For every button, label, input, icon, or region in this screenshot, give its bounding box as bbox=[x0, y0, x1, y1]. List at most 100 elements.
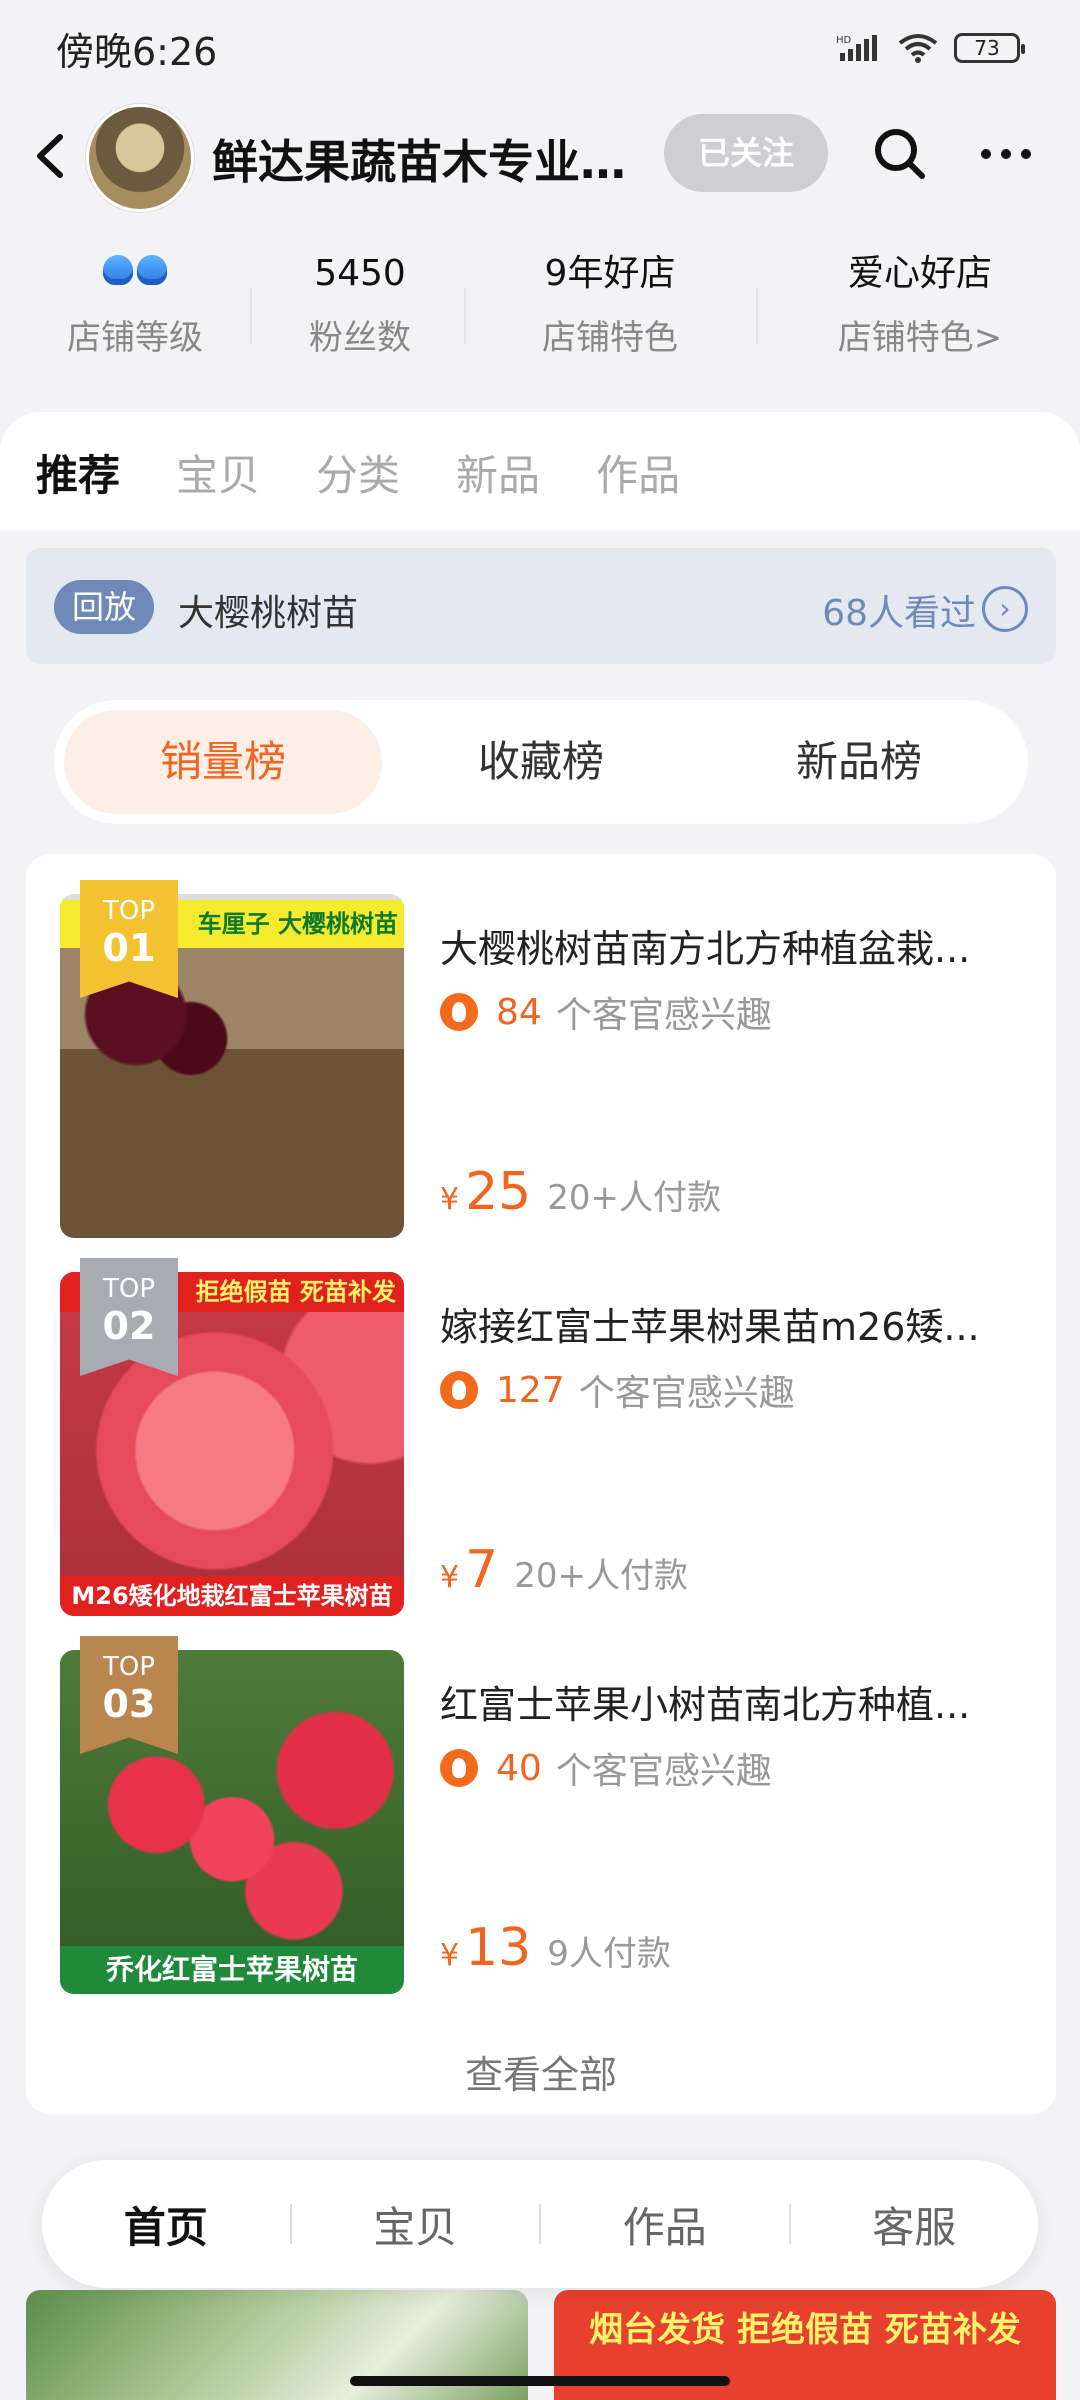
product-item[interactable]: 车厘子 大樱桃树苗 TOP 01 大樱桃树苗南方北方种植盆栽... 84 个客官… bbox=[60, 880, 1020, 1240]
paid-count: 20+人付款 bbox=[514, 1556, 688, 1596]
ranking-list: 车厘子 大樱桃树苗 TOP 01 大樱桃树苗南方北方种植盆栽... 84 个客官… bbox=[26, 854, 1056, 2114]
nav-home[interactable]: 首页 bbox=[42, 2194, 290, 2255]
rank-number: 03 bbox=[102, 1682, 156, 1726]
rank-label: TOP bbox=[102, 1274, 156, 1304]
stat-label: 店铺特色 bbox=[542, 318, 678, 358]
replay-title: 大樱桃树苗 bbox=[178, 593, 359, 634]
price-info: ¥ 7 20+人付款 bbox=[440, 1540, 688, 1600]
more-icon bbox=[981, 149, 1031, 159]
battery-indicator: 73 bbox=[954, 33, 1025, 63]
rank-badge: TOP 01 bbox=[80, 880, 178, 998]
system-icons: HD 73 bbox=[836, 33, 1025, 63]
product-banner-bottom: 乔化红富士苹果树苗 bbox=[60, 1946, 404, 1994]
replay-views: 68人看过 bbox=[822, 593, 976, 634]
divider bbox=[756, 288, 758, 344]
interest-text: 个客官感兴趣 bbox=[578, 1373, 795, 1414]
follow-button[interactable]: 已关注 bbox=[664, 114, 828, 192]
stat-value: 9年好店 bbox=[544, 253, 676, 294]
paid-count: 9人付款 bbox=[547, 1934, 671, 1974]
rank-number: 01 bbox=[102, 926, 156, 970]
rank-badge: TOP 02 bbox=[80, 1258, 178, 1376]
shop-tabs-panel: 推荐 宝贝 分类 新品 作品 bbox=[0, 412, 1080, 530]
crown-icon bbox=[137, 255, 167, 285]
paid-count: 20+人付款 bbox=[547, 1178, 722, 1218]
price-amount: 25 bbox=[465, 1162, 532, 1222]
price-info: ¥ 25 20+人付款 bbox=[440, 1162, 721, 1222]
rank-label: TOP bbox=[102, 1652, 156, 1682]
tab-categories[interactable]: 分类 bbox=[316, 442, 400, 503]
see-all-link[interactable]: 查看全部 bbox=[26, 2044, 1056, 2099]
product-name[interactable]: 嫁接红富士苹果树果苗m26矮... bbox=[440, 1296, 1000, 1351]
product-name[interactable]: 红富士苹果小树苗南北方种植... bbox=[440, 1674, 1000, 1729]
crown-icon bbox=[103, 255, 133, 285]
ranking-tab-new[interactable]: 新品榜 bbox=[700, 710, 1018, 814]
search-icon bbox=[875, 129, 925, 179]
tab-recommend[interactable]: 推荐 bbox=[36, 442, 120, 503]
fire-icon bbox=[440, 1371, 478, 1409]
currency-symbol: ¥ bbox=[440, 1182, 460, 1217]
home-indicator[interactable] bbox=[350, 2376, 730, 2386]
stat-fans[interactable]: 5450 粉丝数 bbox=[290, 248, 430, 359]
rank-number: 02 bbox=[102, 1304, 156, 1348]
interest-text: 个客官感兴趣 bbox=[555, 1751, 772, 1792]
nav-items[interactable]: 宝贝 bbox=[292, 2194, 540, 2255]
replay-badge: 回放 bbox=[54, 580, 154, 634]
interest-info: 84 个客官感兴趣 bbox=[440, 986, 772, 1038]
product-name[interactable]: 大樱桃树苗南方北方种植盆栽... bbox=[440, 918, 1000, 973]
interest-info: 127 个客官感兴趣 bbox=[440, 1364, 795, 1416]
shop-name[interactable]: 鲜达果蔬苗木专业... bbox=[212, 126, 632, 192]
stat-label: 店铺特色> bbox=[837, 318, 1003, 358]
back-button[interactable] bbox=[20, 124, 80, 188]
stat-feature-love[interactable]: 爱心好店 店铺特色> bbox=[820, 248, 1020, 359]
nav-customer-service[interactable]: 客服 bbox=[791, 2194, 1039, 2255]
fire-icon bbox=[440, 1749, 478, 1787]
signal-icon: HD bbox=[836, 35, 877, 61]
bottom-nav: 首页 宝贝 作品 客服 bbox=[42, 2160, 1038, 2288]
price-info: ¥ 13 9人付款 bbox=[440, 1918, 671, 1978]
tab-works[interactable]: 作品 bbox=[596, 442, 680, 503]
chevron-left-icon bbox=[37, 134, 63, 178]
shop-stats: 店铺等级 5450 粉丝数 9年好店 店铺特色 爱心好店 店铺特色> bbox=[0, 248, 1080, 388]
status-bar: 傍晚6:26 HD 73 bbox=[0, 0, 1080, 96]
ranking-tabs: 销量榜 收藏榜 新品榜 bbox=[54, 700, 1028, 824]
ranking-tab-sales[interactable]: 销量榜 bbox=[64, 710, 382, 814]
tab-items[interactable]: 宝贝 bbox=[176, 442, 260, 503]
ranking-tab-favorites[interactable]: 收藏榜 bbox=[382, 710, 700, 814]
chevron-right-icon: › bbox=[982, 586, 1028, 632]
replay-bar[interactable]: 回放 大樱桃树苗 68人看过 › bbox=[26, 548, 1056, 664]
stat-value: 爱心好店 bbox=[847, 253, 992, 294]
product-item[interactable]: 乔化红富士苹果树苗 TOP 03 红富士苹果小树苗南北方种植... 40 个客官… bbox=[60, 1636, 1020, 1996]
interest-info: 40 个客官感兴趣 bbox=[440, 1742, 772, 1794]
currency-symbol: ¥ bbox=[440, 1560, 460, 1595]
shop-header: 鲜达果蔬苗木专业... 已关注 bbox=[0, 96, 1080, 216]
status-time: 傍晚6:26 bbox=[56, 29, 218, 74]
rank-badge: TOP 03 bbox=[80, 1636, 178, 1754]
divider bbox=[464, 288, 466, 344]
currency-symbol: ¥ bbox=[440, 1938, 460, 1973]
tab-new[interactable]: 新品 bbox=[456, 442, 540, 503]
wifi-icon bbox=[898, 34, 938, 63]
rank-label: TOP bbox=[102, 896, 156, 926]
interest-count: 127 bbox=[496, 1369, 565, 1411]
interest-text: 个客官感兴趣 bbox=[555, 995, 772, 1036]
stat-shop-level[interactable]: 店铺等级 bbox=[60, 248, 210, 359]
shop-avatar[interactable] bbox=[86, 104, 194, 212]
price-amount: 13 bbox=[465, 1918, 532, 1978]
shop-tabs: 推荐 宝贝 分类 新品 作品 bbox=[36, 442, 680, 503]
product-banner-bottom: M26矮化地栽红富士苹果树苗 bbox=[60, 1576, 404, 1616]
preview-banner: 烟台发货 拒绝假苗 死苗补发 bbox=[589, 2310, 1021, 2350]
interest-count: 40 bbox=[496, 1747, 542, 1789]
stat-label: 粉丝数 bbox=[309, 318, 411, 358]
stat-feature-years[interactable]: 9年好店 店铺特色 bbox=[520, 248, 700, 359]
stat-value: 5450 bbox=[314, 253, 406, 294]
product-item[interactable]: 拒绝假苗 死苗补发 M26矮化地栽红富士苹果树苗 TOP 02 嫁接红富士苹果树… bbox=[60, 1258, 1020, 1618]
level-crowns bbox=[60, 248, 210, 300]
svg-text:HD: HD bbox=[836, 35, 852, 46]
divider bbox=[250, 288, 252, 344]
search-button[interactable] bbox=[864, 118, 936, 190]
price-amount: 7 bbox=[465, 1540, 499, 1600]
stat-label: 店铺等级 bbox=[67, 318, 203, 358]
nav-works[interactable]: 作品 bbox=[541, 2194, 789, 2255]
more-button[interactable] bbox=[970, 118, 1042, 190]
fire-icon bbox=[440, 993, 478, 1031]
